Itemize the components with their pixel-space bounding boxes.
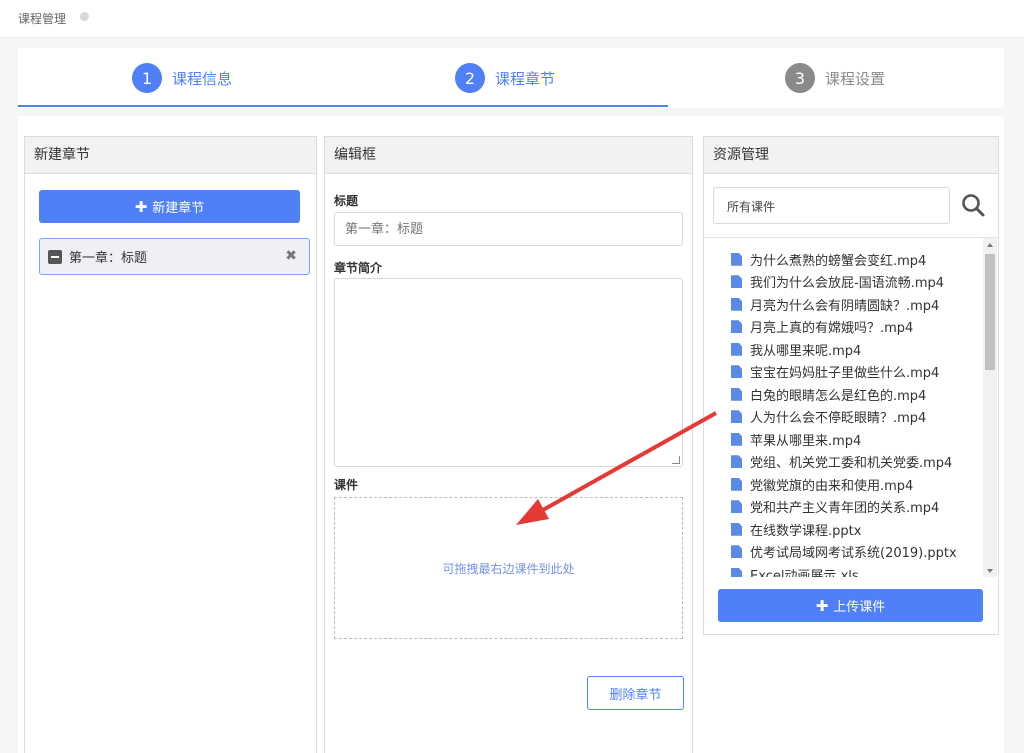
resize-handle-icon[interactable]	[672, 456, 680, 464]
file-icon	[731, 477, 742, 491]
file-item[interactable]: Excel动画展示.xls	[731, 563, 957, 577]
file-item[interactable]: 我们为什么会放屁-国语流畅.mp4	[731, 271, 957, 294]
file-icon	[731, 500, 742, 514]
file-list: 为什么煮熟的螃蟹会变红.mp4 我们为什么会放屁-国语流畅.mp4 月亮为什么会有阴…	[731, 248, 957, 577]
file-name: 宝宝在妈妈肚子里做些什么.mp4	[750, 366, 940, 382]
intro-label: 章节简介	[334, 261, 383, 275]
chapter-item[interactable]: 第一章：标题 ✖	[39, 238, 310, 275]
panel-title: 编辑框	[325, 137, 692, 174]
file-item[interactable]: 苹果从哪里来.mp4	[731, 428, 957, 451]
courseware-label: 课件	[334, 478, 359, 492]
file-icon	[731, 275, 742, 289]
file-icon	[731, 567, 742, 577]
file-name: 优考试局域网考试系统(2019).pptx	[750, 546, 957, 562]
file-icon	[731, 432, 742, 446]
scrollbar[interactable]	[983, 238, 997, 577]
file-name: 在线数学课程.pptx	[750, 523, 862, 539]
file-name: Excel动画展示.xls	[750, 568, 859, 577]
resource-list: 为什么煮熟的螃蟹会变红.mp4 我们为什么会放屁-国语流畅.mp4 月亮为什么会有阴…	[704, 237, 998, 577]
file-name: 月亮为什么会有阴晴圆缺？.mp4	[750, 298, 940, 314]
file-name: 党组、机关党工委和机关党委.mp4	[750, 456, 953, 472]
plus-icon: ✚	[134, 197, 148, 216]
file-name: 为什么煮熟的螃蟹会变红.mp4	[750, 253, 927, 269]
file-name: 人为什么会不停眨眼睛？.mp4	[750, 411, 927, 427]
file-item[interactable]: 优考试局域网考试系统(2019).pptx	[731, 541, 957, 564]
file-icon	[731, 252, 742, 266]
step-label: 课程章节	[495, 69, 556, 88]
file-icon	[731, 387, 742, 401]
file-icon	[731, 522, 742, 536]
file-item[interactable]: 在线数学课程.pptx	[731, 518, 957, 541]
resource-panel: 资源管理 所有课件 为什么煮熟的螃蟹会变红.mp4 我们为什么会放屁-国语流畅.m…	[703, 136, 999, 635]
collapse-icon[interactable]	[48, 249, 62, 264]
upload-courseware-button[interactable]: ✚ 上传课件	[718, 589, 983, 622]
file-item[interactable]: 党徽党旗的由来和使用.mp4	[731, 473, 957, 496]
file-icon	[731, 320, 742, 334]
chapter-item-label: 第一章：标题	[69, 251, 148, 266]
status-dot	[80, 12, 89, 21]
top-bar: 课程管理	[0, 0, 1024, 38]
file-item[interactable]: 党和共产主义青年团的关系.mp4	[731, 496, 957, 519]
scrollbar-thumb[interactable]	[985, 254, 995, 370]
scroll-up-icon[interactable]	[987, 243, 993, 247]
file-icon	[731, 545, 742, 559]
file-item[interactable]: 宝宝在妈妈肚子里做些什么.mp4	[731, 361, 957, 384]
file-icon	[731, 297, 742, 311]
file-item[interactable]: 白兔的眼睛怎么是红色的.mp4	[731, 383, 957, 406]
search-icon[interactable]	[960, 192, 986, 218]
file-icon	[731, 342, 742, 356]
step-progress-line	[18, 105, 668, 107]
new-chapter-panel: 新建章节 ✚ 新建章节 第一章：标题 ✖	[24, 136, 317, 753]
step-label: 课程信息	[172, 69, 233, 88]
file-icon	[731, 365, 742, 379]
file-name: 党和共产主义青年团的关系.mp4	[750, 501, 940, 517]
upload-button-label: 上传课件	[833, 600, 886, 615]
intro-textarea[interactable]	[334, 278, 683, 467]
courseware-dropzone[interactable]: 可拖拽最右边课件到此处	[334, 497, 683, 639]
step-number: 2	[455, 63, 485, 93]
file-icon	[731, 410, 742, 424]
file-name: 党徽党旗的由来和使用.mp4	[750, 478, 914, 494]
scroll-down-icon[interactable]	[987, 569, 993, 573]
step-course-chapters[interactable]: 2 课程章节	[455, 63, 555, 93]
file-item[interactable]: 月亮为什么会有阴晴圆缺？.mp4	[731, 293, 957, 316]
resource-filter-select[interactable]: 所有课件	[713, 187, 950, 224]
title-input[interactable]	[334, 212, 683, 246]
content-area: 新建章节 ✚ 新建章节 第一章：标题 ✖ 编辑框 标题 章节简介 课件 可拖拽最…	[18, 116, 1004, 753]
file-name: 白兔的眼睛怎么是红色的.mp4	[750, 388, 927, 404]
file-item[interactable]: 我从哪里来呢.mp4	[731, 338, 957, 361]
new-chapter-button-label: 新建章节	[152, 201, 205, 216]
panel-title: 资源管理	[704, 137, 998, 174]
panel-title: 新建章节	[25, 137, 316, 174]
file-name: 月亮上真的有嫦娥吗？.mp4	[750, 321, 914, 337]
dropzone-hint: 可拖拽最右边课件到此处	[442, 561, 575, 576]
breadcrumb: 课程管理	[18, 12, 67, 26]
file-item[interactable]: 人为什么会不停眨眼睛？.mp4	[731, 406, 957, 429]
step-number: 3	[785, 63, 815, 93]
file-name: 我从哪里来呢.mp4	[750, 343, 862, 359]
step-wizard: 1 课程信息 2 课程章节 3 课程设置	[18, 48, 1004, 108]
file-icon	[731, 455, 742, 469]
file-item[interactable]: 为什么煮熟的螃蟹会变红.mp4	[731, 248, 957, 271]
title-label: 标题	[334, 194, 359, 208]
plus-icon: ✚	[815, 596, 829, 615]
step-course-info[interactable]: 1 课程信息	[132, 63, 232, 93]
file-name: 我们为什么会放屁-国语流畅.mp4	[750, 276, 945, 292]
step-label: 课程设置	[825, 69, 886, 88]
new-chapter-button[interactable]: ✚ 新建章节	[39, 190, 300, 223]
editor-panel: 编辑框 标题 章节简介 课件 可拖拽最右边课件到此处 删除章节	[324, 136, 693, 753]
file-item[interactable]: 党组、机关党工委和机关党委.mp4	[731, 451, 957, 474]
file-name: 苹果从哪里来.mp4	[750, 433, 862, 449]
delete-chapter-button[interactable]: 删除章节	[587, 676, 684, 710]
step-course-settings[interactable]: 3 课程设置	[785, 63, 885, 93]
step-number: 1	[132, 63, 162, 93]
file-item[interactable]: 月亮上真的有嫦娥吗？.mp4	[731, 316, 957, 339]
close-icon[interactable]: ✖	[285, 248, 297, 264]
